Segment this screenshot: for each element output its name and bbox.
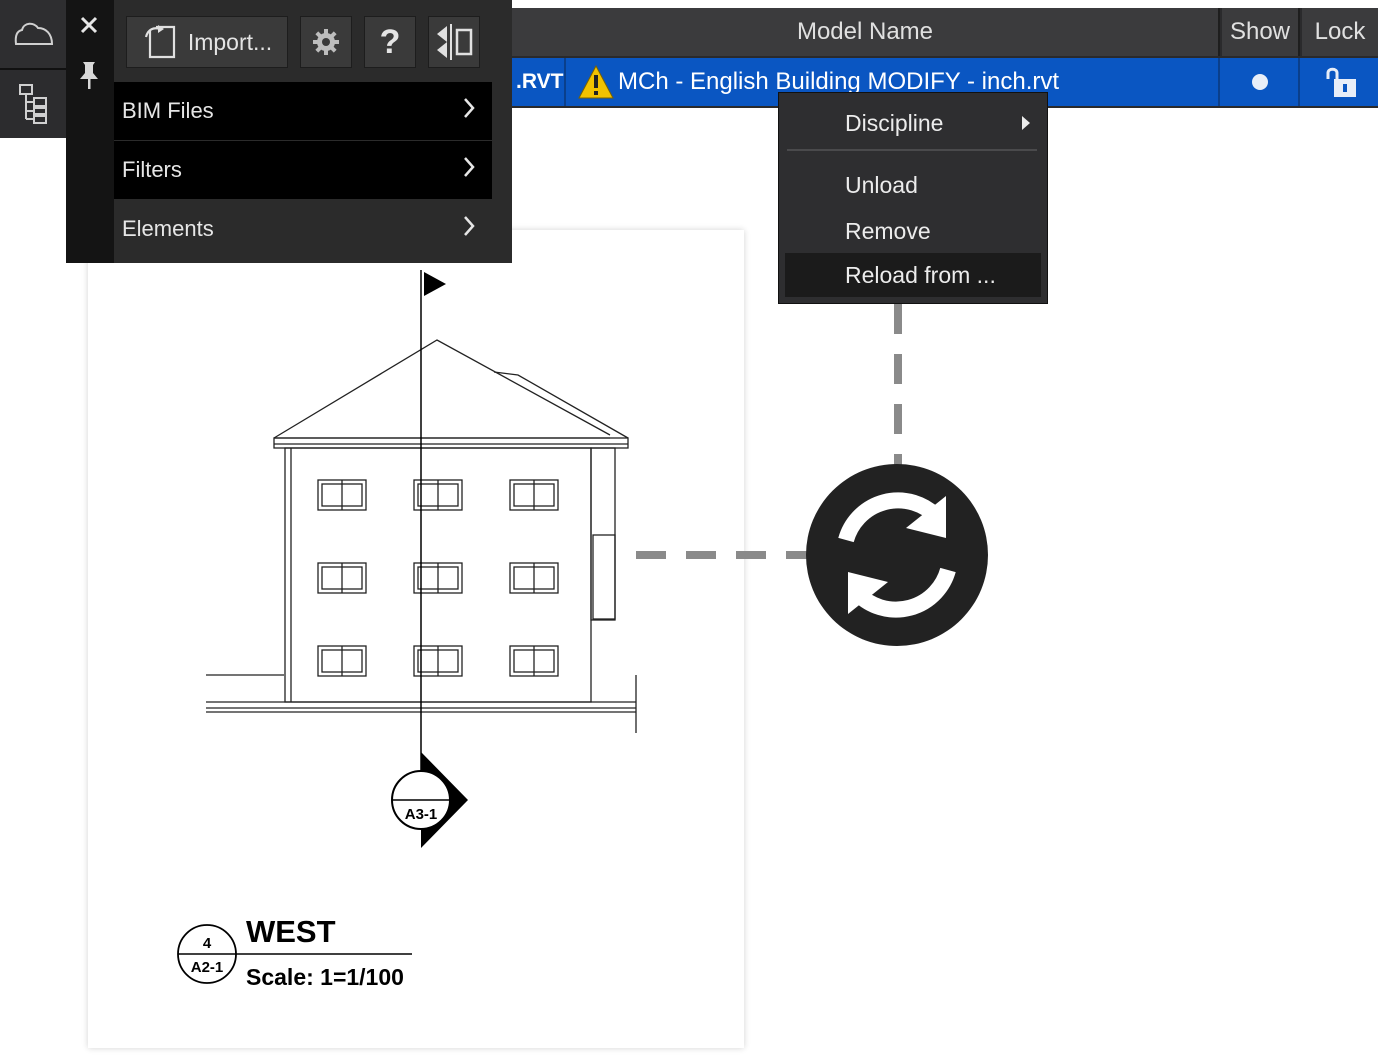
context-menu-discipline[interactable]: Discipline xyxy=(785,101,1041,145)
panel-toolbar: Import... ? xyxy=(114,0,512,82)
chevron-right-icon xyxy=(464,157,475,177)
settings-button[interactable] xyxy=(300,16,352,68)
help-button[interactable]: ? xyxy=(364,16,416,68)
tree-structure-icon xyxy=(19,84,47,124)
close-icon xyxy=(80,16,98,34)
context-menu: Discipline Unload Remove Reload from ... xyxy=(778,92,1048,304)
menu-bim-files[interactable]: BIM Files xyxy=(114,82,492,140)
close-button[interactable] xyxy=(74,10,104,40)
unlock-icon xyxy=(1326,67,1356,97)
menu-filters-label: Filters xyxy=(122,157,182,182)
menu-elements-label: Elements xyxy=(122,216,214,241)
dot-icon xyxy=(1252,74,1268,90)
help-icon: ? xyxy=(379,22,401,61)
cloud-button[interactable] xyxy=(0,0,68,70)
column-header-show[interactable]: Show xyxy=(1222,8,1300,56)
context-menu-unload[interactable]: Unload xyxy=(785,163,1041,207)
lock-toggle[interactable] xyxy=(1302,58,1378,106)
import-label: Import... xyxy=(187,28,273,55)
warning-icon xyxy=(578,65,614,99)
panel-side-strip xyxy=(66,0,112,263)
cloud-icon xyxy=(14,22,54,45)
pin-icon xyxy=(80,62,98,89)
panel-collapse-icon xyxy=(437,24,473,60)
context-menu-remove[interactable]: Remove xyxy=(785,209,1041,253)
import-button[interactable]: Import... xyxy=(126,16,288,68)
sync-icon xyxy=(806,464,988,646)
column-header-model-name[interactable]: Model Name xyxy=(512,8,1220,56)
pin-button[interactable] xyxy=(74,60,104,90)
left-rail xyxy=(0,0,68,138)
chevron-right-icon xyxy=(464,98,475,118)
collapse-panel-button[interactable] xyxy=(428,16,480,68)
chevron-right-icon xyxy=(464,216,475,236)
context-menu-discipline-label: Discipline xyxy=(845,109,944,136)
menu-bim-files-label: BIM Files xyxy=(122,98,214,123)
side-panel: Import... ? BIM Files Filters Elements xyxy=(66,0,512,263)
show-toggle[interactable] xyxy=(1222,58,1300,106)
column-header-lock[interactable]: Lock xyxy=(1302,8,1378,56)
context-menu-separator xyxy=(787,149,1037,151)
file-extension: .RVT xyxy=(512,58,566,106)
panel-main: Import... ? BIM Files Filters Elements xyxy=(114,0,512,263)
menu-elements[interactable]: Elements xyxy=(114,200,492,258)
gear-icon xyxy=(313,29,339,55)
import-file-icon xyxy=(144,25,175,59)
menu-filters[interactable]: Filters xyxy=(114,141,492,199)
submenu-arrow-icon xyxy=(1022,116,1030,130)
tree-structure-button[interactable] xyxy=(0,70,68,138)
context-menu-reload-from[interactable]: Reload from ... xyxy=(785,253,1041,297)
